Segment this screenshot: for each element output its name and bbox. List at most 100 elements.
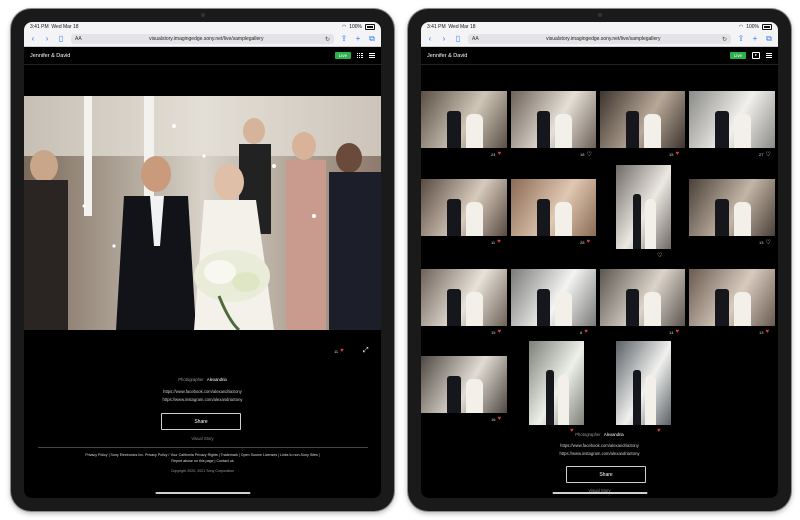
photographer-line: Photographer Alexandria — [24, 377, 381, 382]
photo-subject — [536, 288, 551, 326]
like-count: 27 — [759, 152, 764, 157]
back-icon[interactable]: ‹ — [29, 35, 37, 43]
photographer-name: Alexandria — [603, 432, 624, 437]
photo-like-area: 15 ♥ — [491, 329, 501, 335]
like-count: 13 — [759, 329, 764, 335]
reload-icon[interactable]: ↻ — [722, 36, 727, 43]
heart-icon[interactable]: ♥ — [675, 329, 679, 335]
heart-icon[interactable]: ♡ — [765, 151, 770, 158]
gallery-photo[interactable] — [689, 91, 775, 148]
live-badge[interactable]: Live — [334, 52, 351, 59]
reload-icon[interactable]: ↻ — [325, 36, 330, 43]
text-size-button[interactable]: AA — [75, 36, 82, 42]
gallery-photo[interactable] — [616, 341, 671, 425]
tabs-icon[interactable]: ⧉ — [368, 35, 376, 43]
heart-icon[interactable]: ♥ — [497, 151, 501, 157]
photo-like-area: 18 ♡ — [580, 151, 592, 158]
gallery-photo[interactable] — [421, 269, 507, 326]
photographer-label: Photographer — [575, 432, 601, 437]
address-bar[interactable]: AA visualstory.imagingedge.sony.net/live… — [71, 34, 334, 44]
photo-subject — [446, 375, 461, 413]
status-date: Wed Mar 18 — [51, 24, 79, 30]
gallery-photo[interactable] — [616, 165, 671, 249]
tabs-icon[interactable]: ⧉ — [765, 35, 773, 43]
back-icon[interactable]: ‹ — [426, 35, 434, 43]
gallery-photo[interactable] — [511, 179, 596, 236]
photo-subject — [644, 291, 662, 326]
gallery-photo[interactable] — [689, 179, 775, 236]
address-bar[interactable]: AA visualstory.imagingedge.sony.net/live… — [468, 34, 731, 44]
new-tab-icon[interactable]: + — [354, 35, 362, 43]
gallery-photo[interactable] — [600, 91, 685, 148]
photo-subject — [644, 113, 662, 148]
gallery-photo[interactable] — [421, 91, 507, 148]
heart-icon[interactable]: ♥ — [497, 239, 501, 245]
like-count: 13 — [759, 240, 764, 245]
wifi-icon: ◠ — [341, 24, 347, 30]
sidebar-icon[interactable]: ▯ — [454, 35, 462, 43]
slideshow-icon[interactable] — [752, 52, 760, 59]
photo-like-area: 13 ♥ — [759, 329, 769, 335]
home-indicator — [155, 492, 250, 494]
facebook-link[interactable]: https://www.facebook.com/alexandriaSony — [421, 443, 778, 448]
home-indicator — [552, 492, 647, 494]
gallery-photo[interactable] — [529, 341, 584, 425]
camera — [597, 13, 602, 17]
photo-subject — [465, 291, 483, 326]
photo-like-area: 11 ♥ — [491, 239, 501, 245]
share-icon[interactable]: ⇪ — [340, 35, 348, 43]
forward-icon[interactable]: › — [43, 35, 51, 43]
brand-label: Visual Story — [191, 436, 214, 441]
heart-icon[interactable]: ♡ — [586, 151, 591, 158]
heart-icon[interactable]: ♥ — [584, 329, 588, 335]
menu-icon[interactable] — [369, 53, 375, 58]
featured-like-area: 11 ♥ — [334, 348, 344, 354]
url-text: visualstory.imagingedge.sony.net/live/sa… — [546, 36, 661, 42]
share-icon[interactable]: ⇪ — [737, 35, 745, 43]
gallery-photo[interactable] — [421, 179, 507, 236]
photo-like-area: 27 ♡ — [759, 151, 771, 158]
status-date: Wed Mar 18 — [448, 24, 476, 30]
heart-icon[interactable]: ♥ — [340, 348, 344, 354]
gallery-photo[interactable] — [689, 269, 775, 326]
like-count: 28 — [580, 239, 585, 245]
instagram-link[interactable]: https://www.instagram.com/alexandriaSony — [24, 397, 381, 402]
facebook-link[interactable]: https://www.facebook.com/alexandriaSony — [24, 389, 381, 394]
photo-subject — [733, 291, 751, 326]
browser-toolbar: ‹ › ▯ AA visualstory.imagingedge.sony.ne… — [24, 32, 381, 47]
heart-icon[interactable]: ♥ — [497, 416, 501, 422]
share-button[interactable]: Share — [161, 413, 241, 430]
fullscreen-icon[interactable]: ⤢ — [363, 347, 369, 355]
heart-icon[interactable]: ♥ — [765, 329, 769, 335]
featured-photo[interactable] — [24, 96, 381, 330]
like-count: 11 — [334, 348, 339, 354]
heart-icon[interactable]: ♡ — [657, 252, 662, 259]
gallery-photo[interactable] — [511, 91, 596, 148]
sidebar-icon[interactable]: ▯ — [57, 35, 65, 43]
gallery-photo[interactable] — [600, 269, 685, 326]
heart-icon[interactable]: ♥ — [675, 151, 679, 157]
menu-icon[interactable] — [766, 53, 772, 58]
photo-subject — [632, 194, 642, 249]
instagram-link[interactable]: https://www.instagram.com/alexandriaSony — [421, 451, 778, 456]
photo-like-area: 8 ♥ — [580, 329, 588, 335]
forward-icon[interactable]: › — [440, 35, 448, 43]
text-size-button[interactable]: AA — [472, 36, 479, 42]
ipad-right: 3:41 PM Wed Mar 18 ◠ 100% ‹ › ▯ AA visual… — [408, 9, 791, 511]
photo-subject — [733, 201, 751, 236]
gallery-photo[interactable] — [421, 356, 507, 413]
heart-icon[interactable]: ♥ — [586, 239, 590, 245]
new-tab-icon[interactable]: + — [751, 35, 759, 43]
photo-like-area: 15 ♥ — [669, 151, 679, 157]
photographer-label: Photographer — [178, 377, 204, 382]
heart-icon[interactable]: ♥ — [497, 329, 501, 335]
live-badge[interactable]: Live — [729, 52, 746, 59]
footer-links-line2[interactable]: Report abuse on this page | Contact us — [49, 458, 356, 464]
heart-icon[interactable]: ♡ — [765, 239, 770, 246]
photo-subject — [644, 198, 656, 249]
like-count: 24 — [491, 151, 496, 157]
gallery-photo[interactable] — [511, 269, 596, 326]
share-button[interactable]: Share — [566, 466, 646, 483]
copyright: Copyright 2020, 2021 Sony Corporation — [170, 469, 235, 473]
grid-view-icon[interactable] — [357, 52, 363, 59]
